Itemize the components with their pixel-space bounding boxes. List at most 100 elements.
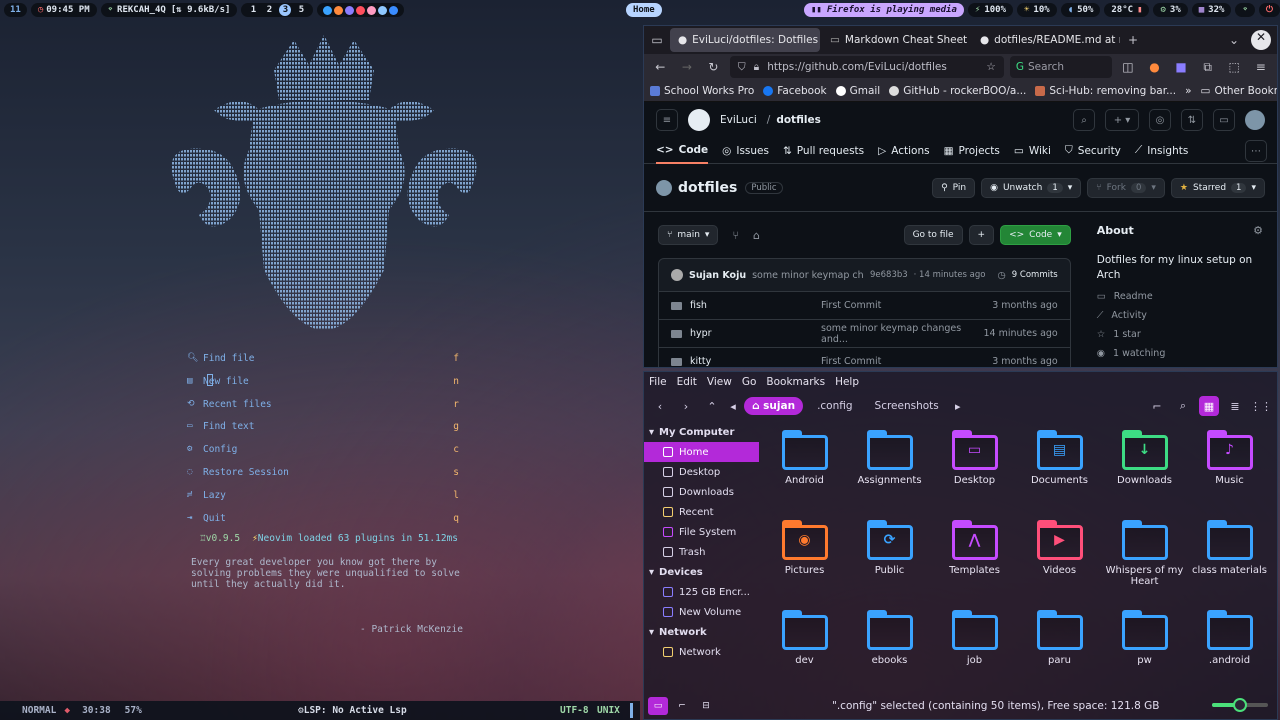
launcher-pill[interactable]: 11	[4, 3, 27, 17]
fork-button[interactable]: ⑂ Fork 0 ▾	[1087, 177, 1165, 198]
about-stars[interactable]: ☆ 1 star	[1097, 329, 1263, 340]
folder-item[interactable]: dev	[762, 604, 847, 694]
folder-item[interactable]: ▶ Videos	[1017, 514, 1102, 604]
sidebar-section-my-computer[interactable]: ▾ My Computer	[644, 422, 759, 442]
brightness-pill[interactable]: ☀ 10%	[1017, 3, 1057, 17]
menu-edit[interactable]: Edit	[677, 376, 697, 388]
tab-projects[interactable]: ▦ Projects	[944, 138, 1000, 164]
create-new-icon[interactable]: + ▾	[1105, 109, 1139, 131]
code-icon[interactable]	[389, 5, 399, 15]
nvim-window[interactable]: 🔍︎ Find file f ▤ New file n ⟲ Recent fil…	[4, 22, 638, 698]
sidebar-item-file-system[interactable]: File System	[644, 522, 759, 542]
menu-bookmarks[interactable]: Bookmarks	[766, 376, 825, 388]
commit-author[interactable]: Sujan Koju	[689, 270, 746, 281]
menu-file[interactable]: File	[649, 376, 667, 388]
folder-item[interactable]: ◉ Pictures	[762, 514, 847, 604]
sidebar-item-recent[interactable]: Recent	[644, 502, 759, 522]
sidebar-item-125-gb-encr[interactable]: 125 GB Encr...	[644, 582, 759, 602]
gear-icon[interactable]: ⚙	[1253, 224, 1263, 237]
breadcrumb-right-icon[interactable]: ▸	[953, 396, 963, 416]
tab-code[interactable]: <> Code	[656, 138, 709, 164]
breadcrumb-screenshots[interactable]: Screenshots	[867, 397, 947, 415]
sidebar-item-trash[interactable]: Trash	[644, 542, 759, 562]
hamburger-icon[interactable]: ≡	[656, 109, 678, 131]
sidebar-item-desktop[interactable]: Desktop	[644, 462, 759, 482]
about-readme[interactable]: ▭ Readme	[1097, 291, 1263, 302]
pocket-icon[interactable]: ◫	[1118, 60, 1139, 74]
workspace-2[interactable]: 2	[263, 4, 275, 16]
menu-recent-files[interactable]: ⟲ Recent files r	[187, 396, 459, 412]
bookmark-scihub[interactable]: Sci-Hub: removing bar...	[1035, 85, 1176, 97]
search-box[interactable]: G Search	[1009, 56, 1112, 78]
folder-item[interactable]: job	[932, 604, 1017, 694]
folder-item[interactable]: Android	[762, 424, 847, 514]
list-view-icon[interactable]: ≣	[1225, 396, 1245, 416]
sidebar-section-network[interactable]: ▾ Network	[644, 622, 759, 642]
breadcrumb-config[interactable]: .config	[809, 397, 860, 415]
more-bookmarks-icon[interactable]: »	[1185, 85, 1191, 97]
folder-item[interactable]: ebooks	[847, 604, 932, 694]
block-icon[interactable]	[356, 5, 366, 15]
tab-markdown-cheatsheet[interactable]: ▭ Markdown Cheat Sheet | M	[822, 28, 970, 52]
tab-security[interactable]: ⛉ Security	[1065, 138, 1121, 164]
discord-icon[interactable]	[345, 5, 355, 15]
close-icon[interactable]	[378, 5, 388, 15]
sidebar-item-new-volume[interactable]: New Volume	[644, 602, 759, 622]
repo-link[interactable]: dotfiles	[776, 114, 821, 126]
sidebar-item-network[interactable]: Network	[644, 642, 759, 662]
inbox-icon[interactable]: ▭	[1213, 109, 1235, 131]
repo-title[interactable]: dotfiles	[678, 180, 737, 196]
network-pill[interactable]: ⌔ REKCAH_4Q [⇅ 9.6kB/s]	[100, 3, 238, 17]
telegram-icon[interactable]	[323, 5, 333, 15]
menu-new-file[interactable]: ▤ New file n	[187, 373, 459, 389]
issues-icon[interactable]: ◎	[1149, 109, 1171, 131]
breadcrumb-left-icon[interactable]: ◂	[728, 396, 738, 416]
url-bar[interactable]: ⛉ 🔒︎ https://github.com/EviLuci/dotfiles…	[729, 56, 1004, 78]
menu-find-file[interactable]: 🔍︎ Find file f	[187, 350, 459, 366]
code-button[interactable]: <> Code ▾	[1000, 225, 1071, 245]
unwatch-button[interactable]: ◉ Unwatch 1 ▾	[981, 177, 1082, 198]
tab-github-dotfiles[interactable]: ● EviLuci/dotfiles: Dotfiles f	[670, 28, 820, 52]
tab-pull-requests[interactable]: ⇅ Pull requests	[783, 138, 864, 164]
folder-item[interactable]: ♪ Music	[1187, 424, 1272, 514]
menu-quit[interactable]: ⇥ Quit q	[187, 510, 459, 526]
folder-item[interactable]: pw	[1102, 604, 1187, 694]
extension-icon[interactable]: ■	[1171, 60, 1192, 74]
power-pill[interactable]: ⏻	[1258, 3, 1280, 17]
sidebar-item-downloads[interactable]: Downloads	[644, 482, 759, 502]
breadcrumb-home[interactable]: ⌂ sujan	[744, 397, 804, 415]
branches-icon[interactable]: ⑂	[732, 229, 739, 242]
firefox-icon[interactable]	[334, 5, 344, 15]
zoom-slider-knob[interactable]	[1233, 698, 1247, 712]
tab-insights[interactable]: ⟋ Insights	[1135, 138, 1188, 164]
folder-item[interactable]: Whispers of my Heart	[1102, 514, 1187, 604]
shield-icon[interactable]	[367, 5, 377, 15]
tab-actions[interactable]: ▷ Actions	[878, 138, 929, 164]
about-activity[interactable]: ⟋ Activity	[1097, 310, 1263, 321]
back-icon[interactable]: ‹	[650, 396, 670, 416]
folder-item[interactable]: class materials	[1187, 514, 1272, 604]
wifi-pill[interactable]: ⌔	[1235, 3, 1255, 17]
go-to-file-button[interactable]: Go to file	[903, 225, 963, 245]
star-button[interactable]: ★ Starred 1 ▾	[1170, 177, 1265, 198]
menu-icon[interactable]: ≡	[1250, 60, 1271, 74]
screenshot-icon[interactable]: ⬚	[1224, 60, 1245, 74]
menu-find-text[interactable]: ▭ Find text g	[187, 418, 459, 434]
bookmark-gmail[interactable]: Gmail	[835, 85, 880, 97]
other-bookmarks[interactable]: ▭Other Bookmarks	[1201, 85, 1277, 97]
firefox-window[interactable]: ▭ ● EviLuci/dotfiles: Dotfiles f ▭ Markd…	[643, 25, 1278, 368]
reload-icon[interactable]: ↻	[703, 60, 724, 74]
list-tabs-icon[interactable]: ⌄	[1223, 33, 1245, 47]
menu-lazy[interactable]: ≓ Lazy l	[187, 487, 459, 503]
tab-overview-icon[interactable]: ▭	[644, 33, 670, 47]
sidebar-item-home[interactable]: Home	[644, 442, 759, 462]
folder-item[interactable]: ▭ Desktop	[932, 424, 1017, 514]
tab-issues[interactable]: ◎ Issues	[722, 138, 769, 164]
pull-requests-icon[interactable]: ⇅	[1181, 109, 1203, 131]
file-row-fish[interactable]: fish First Commit 3 months ago	[658, 292, 1071, 320]
search-icon[interactable]: ⌕	[1073, 109, 1095, 131]
tag-icon[interactable]: ⌂	[753, 229, 760, 242]
repo-owner[interactable]: EviLuci	[720, 114, 757, 126]
pin-button[interactable]: ⚲ Pin	[932, 177, 976, 198]
bookmark-school-works[interactable]: School Works Pro	[650, 85, 754, 97]
